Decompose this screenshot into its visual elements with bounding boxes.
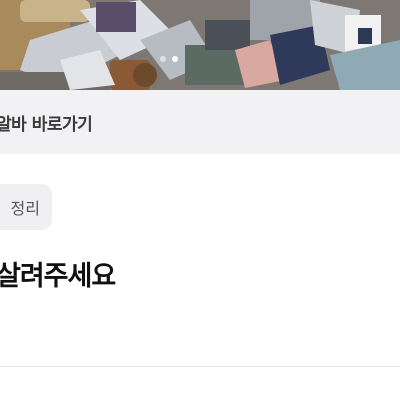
carousel-indicator xyxy=(160,56,178,62)
divider xyxy=(0,366,400,367)
carousel-dot-active[interactable] xyxy=(172,56,178,62)
post-title: 살려주세요 xyxy=(0,261,116,292)
category-tag[interactable]: 정리 xyxy=(0,184,52,230)
carousel-dot[interactable] xyxy=(160,56,166,62)
photo-banner[interactable] xyxy=(0,0,400,90)
job-shortcut-label: 알바 바로가기 xyxy=(0,114,93,135)
cluttered-room-photo xyxy=(0,0,400,90)
category-tag-label: 정리 xyxy=(10,199,40,218)
job-shortcut-bar[interactable]: 알바 바로가기 xyxy=(0,90,400,154)
